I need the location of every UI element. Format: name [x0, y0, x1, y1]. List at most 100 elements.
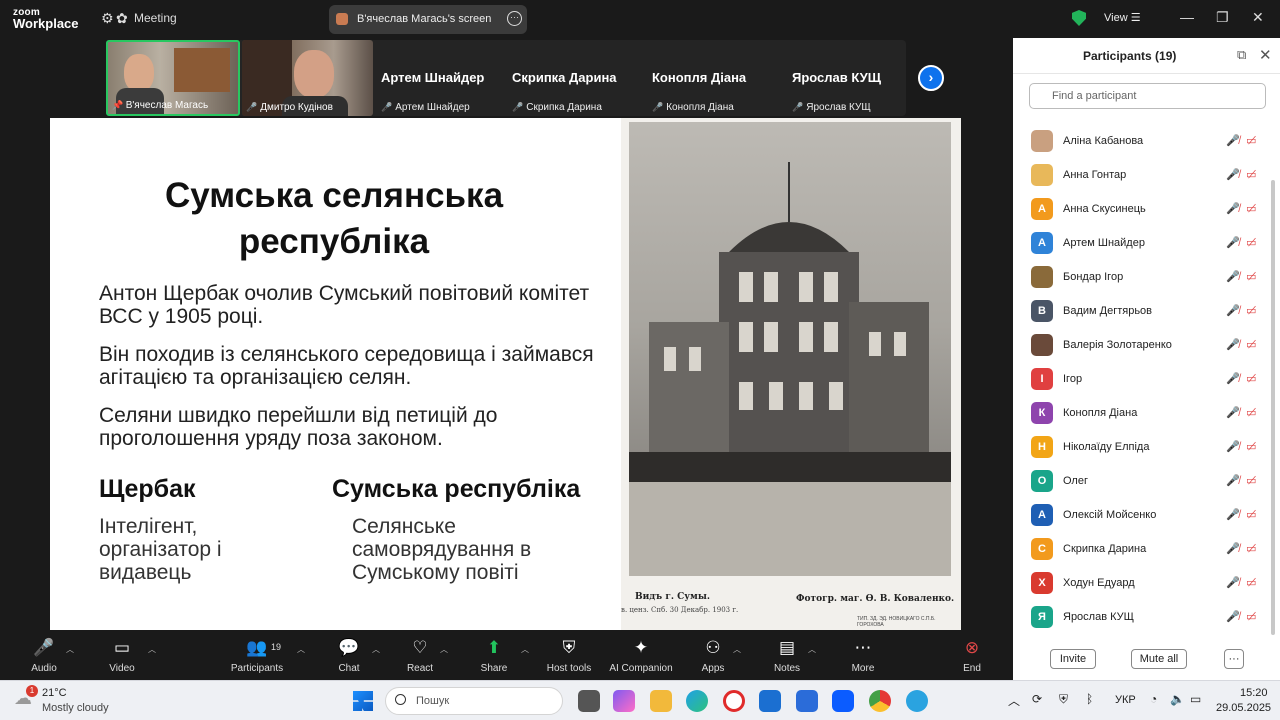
- participant-row[interactable]: Аліна Кабанова 🎤̸ ▭̸: [1013, 124, 1280, 158]
- participants-caret-icon[interactable]: ︿: [297, 644, 305, 655]
- mic-muted-icon[interactable]: 🎤̸: [1226, 270, 1240, 283]
- participant-row[interactable]: Я Ярослав КУЩ 🎤̸ ▭̸: [1013, 600, 1280, 634]
- sync-icon[interactable]: ⟳: [1032, 692, 1042, 706]
- audio-button[interactable]: 🎤 Audio: [9, 632, 79, 680]
- minimize-icon[interactable]: —: [1180, 9, 1194, 25]
- defender-icon[interactable]: ⛨: [1059, 692, 1068, 707]
- apps-caret-icon[interactable]: ︿: [733, 644, 741, 655]
- participant-row[interactable]: Анна Гонтар 🎤̸ ▭̸: [1013, 158, 1280, 192]
- name-tile[interactable]: Конопля Діана 🎤 Конопля Діана: [650, 40, 775, 116]
- video-off-icon[interactable]: ▭̸: [1246, 236, 1256, 249]
- more-options-icon[interactable]: ···: [507, 11, 522, 26]
- audio-caret-icon[interactable]: ︿: [66, 644, 74, 655]
- search-input[interactable]: [1029, 83, 1266, 109]
- mic-muted-icon[interactable]: 🎤̸: [1226, 168, 1240, 181]
- video-off-icon[interactable]: ▭̸: [1246, 508, 1256, 521]
- notes-caret-icon[interactable]: ︿: [808, 644, 816, 655]
- participant-row[interactable]: І Ігор 🎤̸ ▭̸: [1013, 362, 1280, 396]
- tray-chevron-icon[interactable]: ︿: [1008, 692, 1020, 709]
- name-tile[interactable]: Скрипка Дарина 🎤 Скрипка Дарина: [510, 40, 640, 116]
- zoom-icon[interactable]: [832, 690, 854, 712]
- mic-muted-icon[interactable]: 🎤̸: [1226, 542, 1240, 555]
- video-off-icon[interactable]: ▭̸: [1246, 168, 1256, 181]
- participant-row[interactable]: А Анна Скусинець 🎤̸ ▭̸: [1013, 192, 1280, 226]
- mic-muted-icon[interactable]: 🎤̸: [1226, 610, 1240, 623]
- participant-row[interactable]: С Скрипка Дарина 🎤̸ ▭̸: [1013, 532, 1280, 566]
- next-page-button[interactable]: ›: [918, 65, 944, 91]
- meeting-label[interactable]: Meeting: [134, 11, 177, 25]
- participant-row[interactable]: Х Ходун Едуард 🎤̸ ▭̸: [1013, 566, 1280, 600]
- apps-button[interactable]: ⚇ Apps: [678, 632, 748, 680]
- video-off-icon[interactable]: ▭̸: [1246, 134, 1256, 147]
- video-caret-icon[interactable]: ︿: [148, 644, 156, 655]
- mic-muted-icon[interactable]: 🎤̸: [1226, 372, 1240, 385]
- mic-muted-icon[interactable]: 🎤̸: [1226, 440, 1240, 453]
- settings-icon[interactable]: ⚙: [101, 10, 114, 27]
- video-off-icon[interactable]: ▭̸: [1246, 542, 1256, 555]
- wifi-icon[interactable]: ◔: [1150, 692, 1157, 706]
- participants-button[interactable]: 👥 19 Participants: [222, 632, 292, 680]
- notes-button[interactable]: ▤ Notes: [752, 632, 822, 680]
- host-tools-button[interactable]: ⛨ Host tools: [534, 632, 604, 680]
- ai-companion-button[interactable]: ✦ AI Companion: [606, 632, 676, 680]
- video-off-icon[interactable]: ▭̸: [1246, 406, 1256, 419]
- security-shield-icon[interactable]: [1072, 10, 1086, 26]
- windows-start-icon[interactable]: [353, 691, 373, 711]
- video-off-icon[interactable]: ▭̸: [1246, 338, 1256, 351]
- share-button[interactable]: ⬆ Share: [459, 632, 529, 680]
- invite-button[interactable]: Invite: [1050, 649, 1096, 669]
- name-tile[interactable]: Артем Шнайдер 🎤 Артем Шнайдер: [378, 40, 503, 116]
- mic-muted-icon[interactable]: 🎤̸: [1226, 338, 1240, 351]
- language-indicator[interactable]: УКР: [1115, 694, 1136, 706]
- participant-row[interactable]: К Конопля Діана 🎤̸ ▭̸: [1013, 396, 1280, 430]
- chrome-icon[interactable]: [869, 690, 891, 712]
- video-off-icon[interactable]: ▭̸: [1246, 270, 1256, 283]
- video-tile[interactable]: 📌 В'ячеслав Магась: [106, 40, 240, 116]
- react-caret-icon[interactable]: ︿: [440, 644, 448, 655]
- close-panel-icon[interactable]: ✕: [1259, 46, 1272, 64]
- chat-button[interactable]: 💬 Chat: [314, 632, 384, 680]
- mic-muted-icon[interactable]: 🎤̸: [1226, 576, 1240, 589]
- video-button[interactable]: ▭ Video: [87, 632, 157, 680]
- volume-icon[interactable]: 🔈: [1170, 692, 1185, 706]
- clock-time[interactable]: 15:20: [1240, 687, 1268, 699]
- video-off-icon[interactable]: ▭̸: [1246, 202, 1256, 215]
- screen-share-pill[interactable]: В'ячеслав Магась's screen ···: [329, 5, 527, 34]
- view-button[interactable]: View ☰: [1104, 11, 1141, 24]
- taskbar-search[interactable]: Пошук: [385, 687, 563, 715]
- mic-muted-icon[interactable]: 🎤̸: [1226, 236, 1240, 249]
- battery-icon[interactable]: ▭: [1190, 692, 1201, 706]
- mic-muted-icon[interactable]: 🎤̸: [1226, 406, 1240, 419]
- store-icon[interactable]: [759, 690, 781, 712]
- maximize-icon[interactable]: ❐: [1216, 9, 1229, 26]
- participant-row[interactable]: Бондар Ігор 🎤̸ ▭̸: [1013, 260, 1280, 294]
- participant-row[interactable]: А Артем Шнайдер 🎤̸ ▭̸: [1013, 226, 1280, 260]
- mic-muted-icon[interactable]: 🎤̸: [1226, 202, 1240, 215]
- video-tile[interactable]: 🎤 Дмитро Кудінов: [242, 40, 373, 116]
- bluetooth-icon[interactable]: ᛒ: [1086, 692, 1093, 706]
- share-caret-icon[interactable]: ︿: [521, 644, 529, 655]
- pop-out-icon[interactable]: ⧉: [1237, 47, 1246, 63]
- opera-icon[interactable]: [723, 690, 745, 712]
- video-off-icon[interactable]: ▭̸: [1246, 304, 1256, 317]
- participant-row[interactable]: Н Ніколаїду Елпіда 🎤̸ ▭̸: [1013, 430, 1280, 464]
- mic-muted-icon[interactable]: 🎤̸: [1226, 474, 1240, 487]
- edge-icon[interactable]: [686, 690, 708, 712]
- weather-desc[interactable]: Mostly cloudy: [42, 702, 109, 714]
- close-icon[interactable]: ✕: [1252, 9, 1264, 26]
- mic-muted-icon[interactable]: 🎤̸: [1226, 304, 1240, 317]
- mic-muted-icon[interactable]: 🎤̸: [1226, 134, 1240, 147]
- clock-date[interactable]: 29.05.2025: [1216, 702, 1271, 714]
- video-off-icon[interactable]: ▭̸: [1246, 440, 1256, 453]
- react-button[interactable]: ♡ React: [385, 632, 455, 680]
- participant-row[interactable]: В Вадим Дегтярьов 🎤̸ ▭̸: [1013, 294, 1280, 328]
- mute-all-button[interactable]: Mute all: [1131, 649, 1187, 669]
- more-button[interactable]: ···: [1224, 649, 1244, 669]
- video-off-icon[interactable]: ▭̸: [1246, 372, 1256, 385]
- task-view-icon[interactable]: [578, 690, 600, 712]
- app-icon[interactable]: [796, 690, 818, 712]
- participant-row[interactable]: Валерія Золотаренко 🎤̸ ▭̸: [1013, 328, 1280, 362]
- end-button[interactable]: ⊗ End: [937, 632, 1007, 680]
- copilot-icon[interactable]: [613, 690, 635, 712]
- video-off-icon[interactable]: ▭̸: [1246, 576, 1256, 589]
